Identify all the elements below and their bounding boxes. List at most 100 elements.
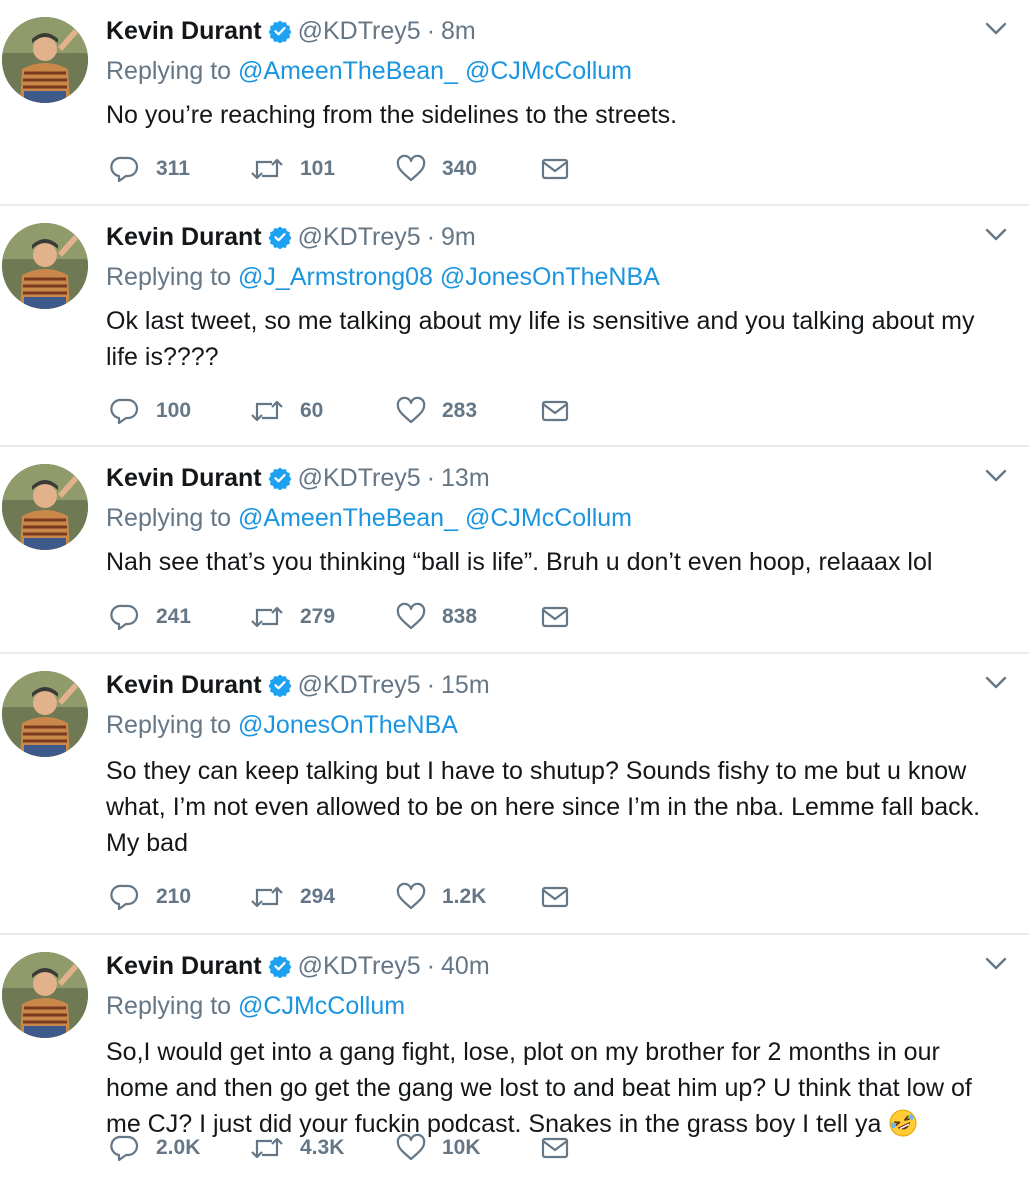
mention-link[interactable]: @AmeenTheBean_ [238,57,458,85]
display-name[interactable]: Kevin Durant [106,464,262,492]
handle[interactable]: @KDTrey5 [298,223,421,251]
tweet[interactable]: Kevin Durant @KDTrey5 · 40m Replying to @CJ… [0,935,1029,1200]
avatar[interactable] [2,464,88,550]
avatar[interactable] [2,223,88,309]
retweet-button[interactable]: 279 [250,600,335,634]
reply-button[interactable]: 100 [110,394,191,428]
retweet-count: 294 [300,885,336,908]
handle[interactable]: @KDTrey5 [298,952,421,980]
timestamp[interactable]: 40m [441,952,490,980]
display-name[interactable]: Kevin Durant [106,952,262,980]
direct-message-button[interactable] [540,600,570,634]
mention-link[interactable]: @CJMcCollum [465,504,632,532]
handle[interactable]: @KDTrey5 [298,671,421,699]
chevron-down-icon[interactable] [985,228,1007,242]
retweet-button[interactable]: 294 [250,880,335,914]
avatar[interactable] [2,671,88,757]
avatar[interactable] [2,17,88,103]
reply-icon [110,604,139,631]
mention-link[interactable]: @CJMcCollum [465,57,632,85]
retweet-icon [251,886,283,908]
retweet-icon [251,1137,283,1159]
tweet-header: Kevin Durant @KDTrey5 · 9m [106,220,476,254]
separator-dot: · [426,17,436,45]
reply-count: 241 [156,605,192,628]
handle[interactable]: @KDTrey5 [298,464,421,492]
chevron-down-icon[interactable] [985,22,1007,36]
direct-message-button[interactable] [540,880,570,914]
timestamp[interactable]: 13m [441,464,490,492]
tweet[interactable]: Kevin Durant @KDTrey5 · 15m Replying to @Jo… [0,654,1029,935]
reply-count: 311 [156,157,190,180]
avatar[interactable] [2,952,88,1038]
like-count: 1.2K [442,885,487,908]
tweet[interactable]: Kevin Durant @KDTrey5 · 8m Replying to @Ame… [0,0,1029,206]
tweet-header: Kevin Durant @KDTrey5 · 15m [106,668,490,702]
like-button[interactable]: 283 [396,394,477,428]
reply-icon [110,1135,139,1162]
reply-button[interactable]: 2.0K [110,1131,200,1165]
verified-badge-icon [268,953,292,987]
tweet-actions: 100 60 283 [106,394,706,428]
verified-badge-icon [268,672,292,706]
replying-label: Replying to [106,992,232,1020]
reply-button[interactable]: 241 [110,600,191,634]
like-count: 838 [442,605,478,628]
direct-message-icon [541,886,569,908]
mention-link[interactable]: @J_Armstrong08 [238,263,433,291]
display-name[interactable]: Kevin Durant [106,17,262,45]
tweet-actions: 311 101 340 [106,152,706,186]
direct-message-button[interactable] [540,1131,570,1165]
tweet[interactable]: Kevin Durant @KDTrey5 · 13m Replying to @Am… [0,447,1029,654]
like-button[interactable]: 1.2K [396,880,486,914]
direct-message-icon [541,1137,569,1159]
retweet-icon [251,606,283,628]
mention-link[interactable]: @JonesOnTheNBA [238,711,458,739]
retweet-count: 60 [300,399,324,422]
like-button[interactable]: 340 [396,152,477,186]
chevron-down-icon[interactable] [985,957,1007,971]
retweet-count: 101 [300,157,336,180]
timestamp[interactable]: 15m [441,671,490,699]
tweet-header: Kevin Durant @KDTrey5 · 8m [106,14,476,48]
retweet-count: 4.3K [300,1136,345,1159]
tweet-actions: 2.0K 4.3K 10K [106,1131,706,1165]
tweet-actions: 210 294 1.2K [106,880,706,914]
like-button[interactable]: 10K [396,1131,481,1165]
replying-label: Replying to [106,711,232,739]
reply-count: 210 [156,885,192,908]
chevron-down-icon[interactable] [985,676,1007,690]
direct-message-button[interactable] [540,152,570,186]
like-icon [396,154,426,182]
chevron-down-icon[interactable] [985,469,1007,483]
retweet-button[interactable]: 4.3K [250,1131,344,1165]
tweet[interactable]: Kevin Durant @KDTrey5 · 9m Replying to @J_A… [0,206,1029,447]
retweet-button[interactable]: 101 [250,152,335,186]
tweet-text-body: So,I would get into a gang fight, lose, … [106,1038,972,1138]
mention-link[interactable]: @JonesOnTheNBA [440,263,660,291]
reply-button[interactable]: 210 [110,880,191,914]
retweet-icon [251,158,283,180]
retweet-button[interactable]: 60 [250,394,323,428]
display-name[interactable]: Kevin Durant [106,671,262,699]
handle[interactable]: @KDTrey5 [298,17,421,45]
display-name[interactable]: Kevin Durant [106,223,262,251]
mention-link[interactable]: @AmeenTheBean_ [238,504,458,532]
rolling-on-floor-laughing-emoji-icon [888,1108,918,1148]
replying-to: Replying to @J_Armstrong08 @JonesOnTheNB… [106,261,660,293]
timestamp[interactable]: 8m [441,17,476,45]
retweet-count: 279 [300,605,336,628]
direct-message-button[interactable] [540,394,570,428]
reply-button[interactable]: 311 [110,152,190,186]
tweet-text: No you’re reaching from the sidelines to… [106,101,678,129]
separator-dot: · [426,952,436,980]
like-button[interactable]: 838 [396,600,477,634]
like-icon [396,602,426,630]
separator-dot: · [426,464,436,492]
verified-badge-icon [268,224,292,258]
mention-link[interactable]: @CJMcCollum [238,992,405,1020]
replying-to: Replying to @CJMcCollum [106,990,405,1022]
direct-message-icon [541,606,569,628]
separator-dot: · [426,223,436,251]
timestamp[interactable]: 9m [441,223,476,251]
